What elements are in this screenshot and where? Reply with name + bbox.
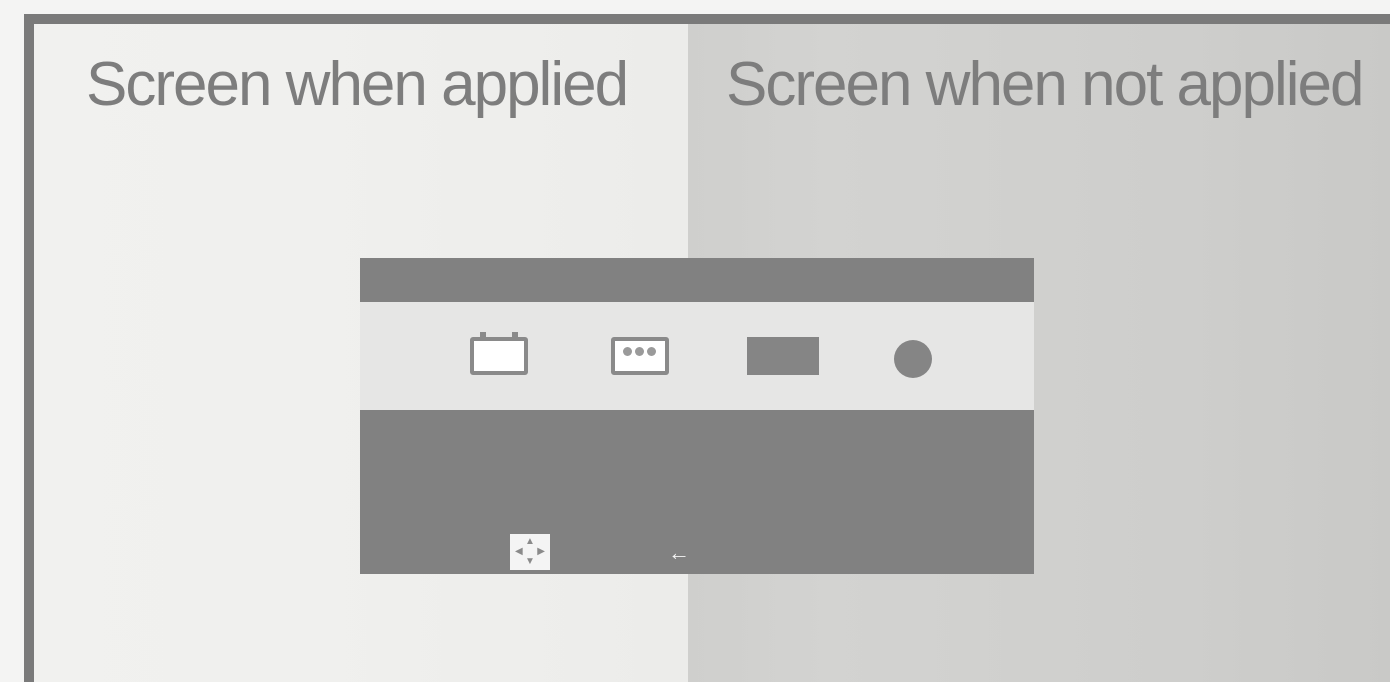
- arrow-up-icon: ▲: [525, 536, 535, 547]
- exit-arrow-icon[interactable]: ←: [668, 542, 690, 564]
- comparison-frame: Screen when applied Screen when not appl…: [24, 14, 1390, 682]
- arrow-down-icon: ▼: [525, 556, 535, 567]
- arrow-left-icon: ◀: [515, 546, 523, 557]
- osd-content-area: ◀ ▶ ▲ ▼ ←: [360, 410, 1034, 574]
- color-dot-icon: [623, 347, 632, 356]
- not-applied-caption: Screen when not applied: [726, 50, 1364, 119]
- color-icon[interactable]: [611, 337, 669, 375]
- select-icon[interactable]: ◀ ▶ ▲ ▼: [510, 534, 550, 570]
- arrow-right-icon: ▶: [537, 546, 545, 557]
- osd-title-bar: [360, 258, 1034, 302]
- osd-menu: ◀ ▶ ▲ ▼ ←: [360, 258, 1034, 574]
- picture-icon[interactable]: [470, 332, 528, 375]
- tracking-icon[interactable]: [747, 337, 819, 375]
- setup-icon[interactable]: [894, 340, 932, 378]
- applied-caption: Screen when applied: [86, 50, 629, 119]
- osd-icon-bar: [360, 302, 1034, 410]
- color-dot-icon: [635, 347, 644, 356]
- color-dot-icon: [647, 347, 656, 356]
